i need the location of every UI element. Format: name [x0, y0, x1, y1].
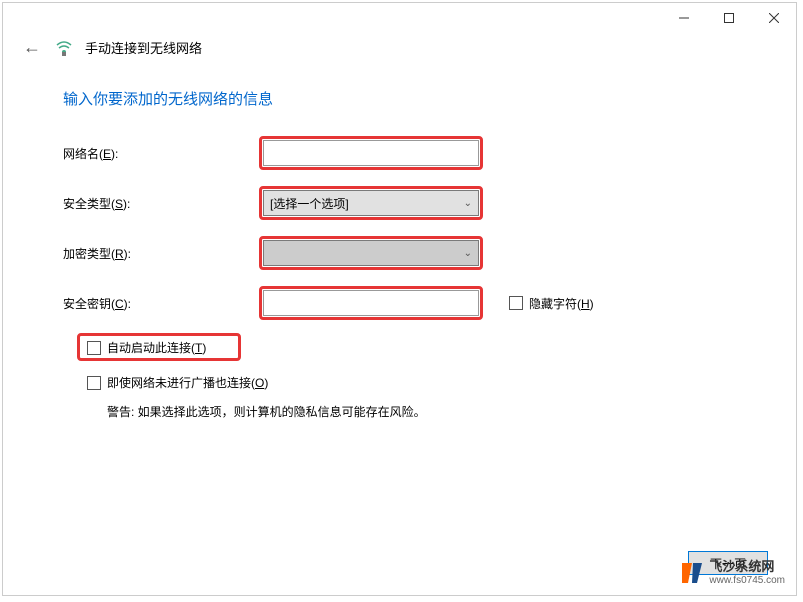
label-hide-chars: 隐藏字符(H): [529, 295, 594, 312]
header: ← 手动连接到无线网络: [3, 33, 796, 68]
warning-text: 警告: 如果选择此选项，则计算机的隐私信息可能存在风险。: [107, 403, 736, 420]
row-security-type: 安全类型(S): [选择一个选项] ⌄: [63, 189, 736, 217]
watermark-title: 飞沙系统网: [709, 560, 785, 574]
page-heading: 输入你要添加的无线网络的信息: [63, 88, 736, 109]
back-arrow-icon[interactable]: ←: [23, 37, 43, 58]
close-button[interactable]: [751, 3, 796, 33]
watermark-logo-icon: [679, 560, 705, 586]
row-network-name: 网络名(E):: [63, 139, 736, 167]
row-security-key: 安全密钥(C): 隐藏字符(H): [63, 289, 736, 317]
connect-hidden-checkbox[interactable]: [87, 376, 101, 390]
content-area: 输入你要添加的无线网络的信息 网络名(E): 安全类型(S): [选择一个选项]…: [3, 68, 796, 420]
security-type-value: [选择一个选项]: [270, 195, 349, 212]
field-security-key: [263, 290, 479, 316]
row-encryption-type: 加密类型(R): ⌄: [63, 239, 736, 267]
chevron-down-icon: ⌄: [464, 198, 472, 209]
auto-start-checkbox[interactable]: [87, 341, 101, 355]
dialog-window: ← 手动连接到无线网络 输入你要添加的无线网络的信息 网络名(E): 安全类型(…: [2, 2, 797, 596]
watermark: 飞沙系统网 www.fs0745.com: [679, 560, 785, 586]
hide-chars-group: 隐藏字符(H): [509, 295, 594, 312]
watermark-url: www.fs0745.com: [709, 575, 785, 586]
security-key-input[interactable]: [263, 290, 479, 316]
wireless-icon: [55, 39, 73, 57]
label-encryption-type: 加密类型(R):: [63, 245, 263, 262]
maximize-button[interactable]: [706, 3, 751, 33]
window-title: 手动连接到无线网络: [85, 38, 202, 57]
chevron-down-icon: ⌄: [464, 248, 472, 259]
minimize-button[interactable]: [661, 3, 706, 33]
watermark-text: 飞沙系统网 www.fs0745.com: [709, 560, 785, 585]
field-network-name: [263, 140, 479, 166]
auto-start-group: 自动启动此连接(T): [87, 339, 736, 356]
network-name-input[interactable]: [263, 140, 479, 166]
label-auto-start: 自动启动此连接(T): [107, 339, 206, 356]
field-encryption-type: ⌄: [263, 240, 479, 266]
label-network-name: 网络名(E):: [63, 145, 263, 162]
titlebar: [3, 3, 796, 33]
encryption-type-select: ⌄: [263, 240, 479, 266]
field-security-type: [选择一个选项] ⌄: [263, 190, 479, 216]
hide-chars-checkbox[interactable]: [509, 296, 523, 310]
label-security-key: 安全密钥(C):: [63, 295, 263, 312]
label-security-type: 安全类型(S):: [63, 195, 263, 212]
security-type-select[interactable]: [选择一个选项] ⌄: [263, 190, 479, 216]
connect-hidden-group: 即使网络未进行广播也连接(O): [87, 374, 736, 391]
label-connect-hidden: 即使网络未进行广播也连接(O): [107, 374, 268, 391]
